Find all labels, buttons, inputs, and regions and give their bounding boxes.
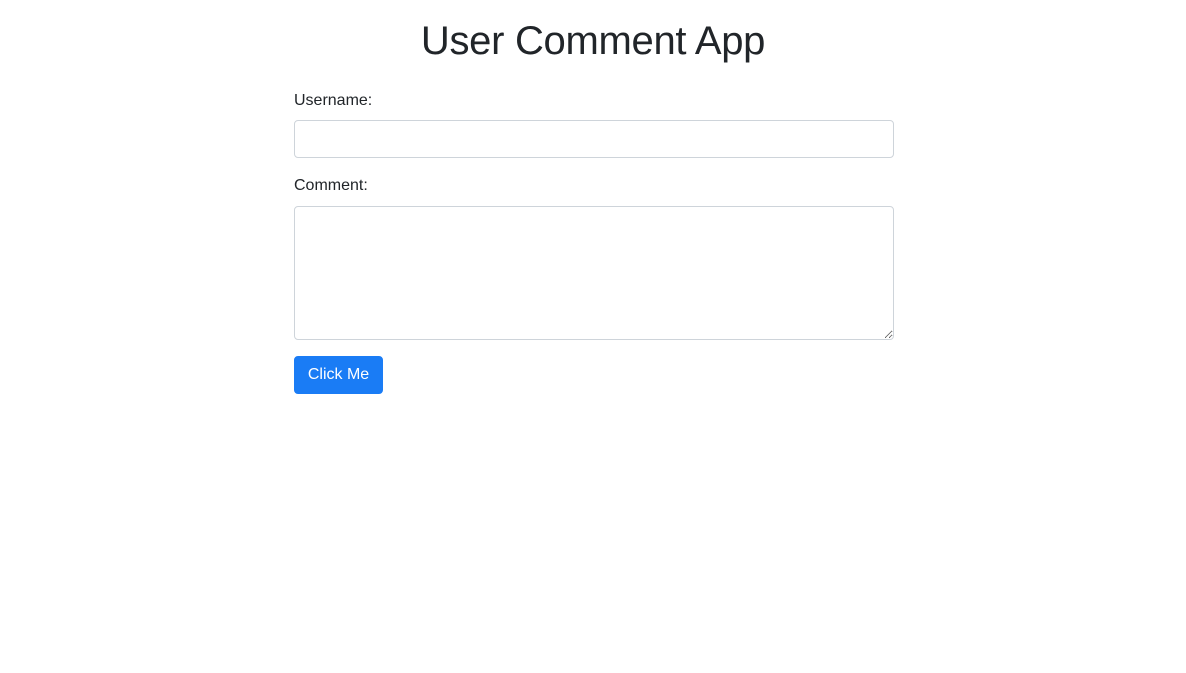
comment-form: Username: Comment: Click Me	[294, 90, 894, 394]
page: User Comment App Username: Comment: Clic…	[0, 0, 1186, 673]
username-label: Username:	[294, 92, 373, 109]
page-title: User Comment App	[420, 19, 766, 63]
click-me-button[interactable]: Click Me	[294, 356, 383, 394]
comment-textarea[interactable]	[294, 206, 894, 340]
comment-label: Comment:	[294, 177, 368, 194]
username-input[interactable]	[294, 120, 894, 158]
